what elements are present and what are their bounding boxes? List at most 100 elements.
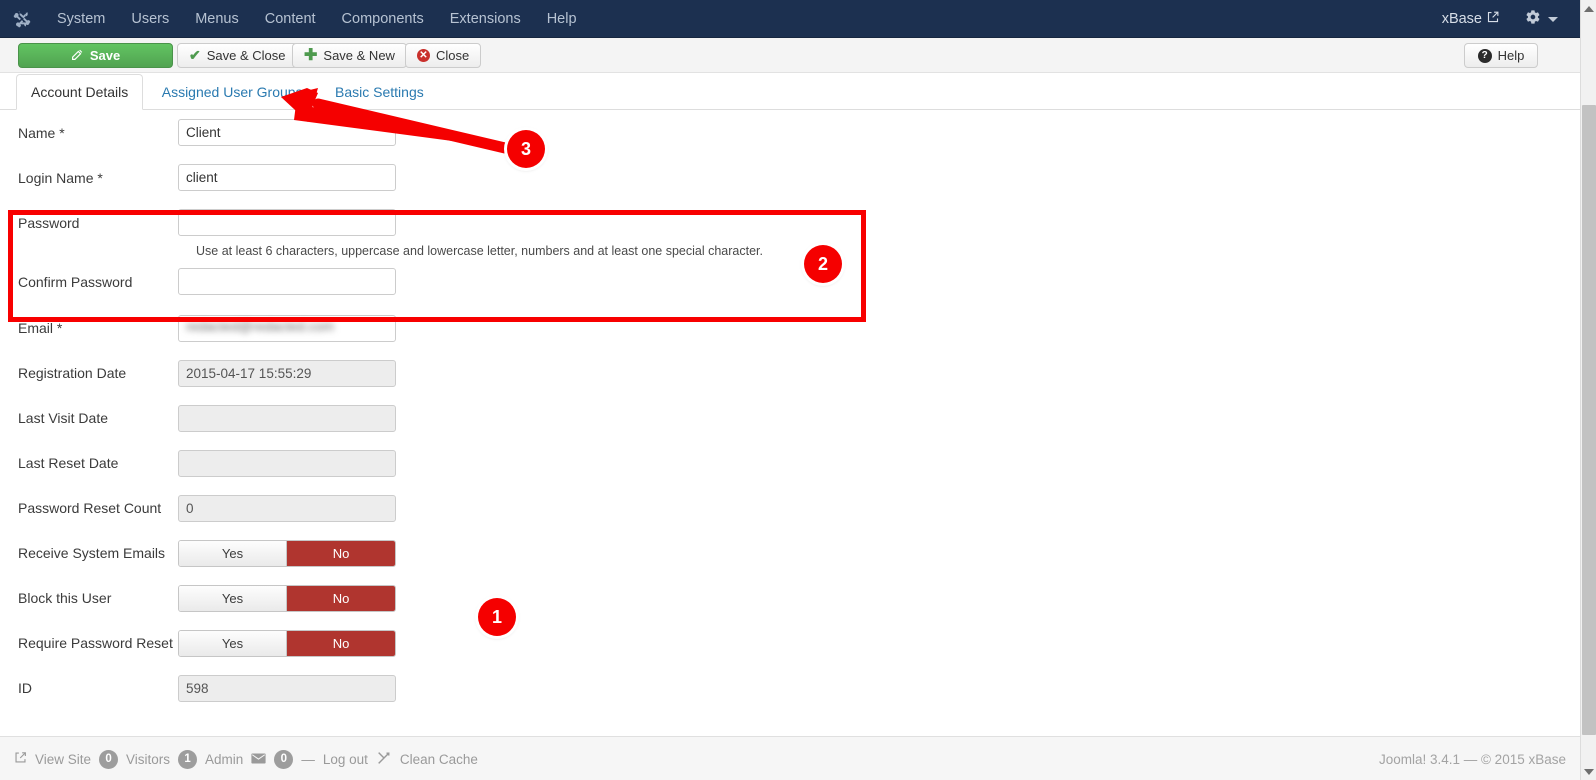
question-circle-icon: ?	[1477, 48, 1492, 63]
gear-icon	[1525, 9, 1541, 30]
registration-date-field-wrap	[178, 359, 396, 387]
scroll-up-button[interactable]	[1581, 0, 1596, 17]
help-button-label: Help	[1497, 48, 1525, 63]
external-link-icon	[1487, 11, 1499, 27]
tab-assigned-user-groups[interactable]: Assigned User Groups	[148, 74, 317, 110]
clean-cache-link[interactable]: Clean Cache	[400, 752, 478, 767]
login-name-field-wrap	[178, 164, 396, 191]
close-button[interactable]: ✕ Close	[405, 43, 482, 68]
chevron-down-icon	[1548, 16, 1558, 22]
field-row-confirm-password: Confirm Password	[0, 258, 1580, 306]
view-site-external-link-icon	[14, 751, 27, 767]
name-label: Name *	[18, 124, 65, 141]
save-and-close-button[interactable]: ✔ Save & Close	[177, 43, 298, 68]
last-reset-date-input	[178, 449, 396, 477]
scroll-down-button[interactable]	[1581, 763, 1596, 780]
require-password-reset-label: Require Password Reset	[18, 635, 173, 651]
envelope-icon[interactable]	[251, 752, 266, 767]
field-row-name: Name *	[0, 110, 1580, 155]
id-input	[178, 674, 396, 702]
site-name-label: xBase	[1441, 11, 1482, 27]
menu-item-users[interactable]: Users	[118, 0, 182, 38]
field-row-login-name: Login Name *	[0, 155, 1580, 200]
receive-system-emails-wrap: Yes No	[178, 539, 396, 567]
block-this-user-toggle[interactable]: Yes No	[178, 584, 396, 612]
page-scrollbar[interactable]	[1580, 0, 1596, 780]
view-site-link[interactable]: View Site	[35, 752, 91, 767]
admin-status-bar: View Site 0 Visitors 1 Admin 0 — Log out…	[0, 736, 1580, 780]
require-password-reset-no[interactable]: No	[287, 630, 395, 656]
last-reset-date-field-wrap	[178, 449, 396, 477]
save-button[interactable]: Save	[18, 43, 173, 68]
receive-system-emails-toggle[interactable]: Yes No	[178, 539, 396, 567]
confirm-password-field-wrap	[178, 268, 396, 295]
last-visit-date-field-wrap	[178, 404, 396, 432]
login-name-label: Login Name *	[18, 169, 103, 186]
password-hint-text: Use at least 6 characters, uppercase and…	[196, 244, 763, 258]
field-row-receive-system-emails: Receive System Emails Yes No	[0, 531, 1580, 576]
block-this-user-no[interactable]: No	[287, 585, 395, 611]
password-input[interactable]	[178, 209, 396, 236]
password-reset-count-input	[178, 494, 396, 522]
confirm-password-input[interactable]	[178, 268, 396, 295]
field-row-password: Password	[0, 200, 1580, 245]
close-button-label: Close	[436, 48, 470, 63]
save-and-new-button[interactable]: ✚ Save & New	[292, 43, 407, 68]
chevron-up-icon	[1584, 5, 1594, 12]
password-reset-count-field-wrap	[178, 494, 396, 522]
annotation-badge-1: 1	[478, 598, 516, 636]
copyright-text: Joomla! 3.4.1 — © 2015 xBase	[1378, 751, 1566, 767]
menu-item-menus[interactable]: Menus	[182, 0, 252, 38]
menu-item-components[interactable]: Components	[329, 0, 437, 38]
save-button-label: Save	[89, 48, 121, 63]
id-label: ID	[18, 680, 32, 696]
status-bar-left: View Site 0 Visitors 1 Admin 0 — Log out…	[14, 737, 478, 780]
id-field-wrap	[178, 674, 396, 702]
editor-toolbar: Save ✔ Save & Close ✚ Save & New ✕ Close…	[0, 38, 1580, 73]
tab-account-details[interactable]: Account Details	[16, 74, 144, 110]
menu-item-content[interactable]: Content	[252, 0, 329, 38]
field-row-email: Email * redacted@redacted.com	[0, 306, 1580, 351]
save-and-close-label: Save & Close	[206, 48, 286, 63]
tab-basic-settings[interactable]: Basic Settings	[321, 74, 438, 110]
scrollbar-thumb[interactable]	[1582, 105, 1596, 735]
joomla-logo-icon[interactable]	[0, 0, 44, 38]
login-name-input[interactable]	[178, 164, 396, 191]
close-x-circle-icon: ✕	[417, 49, 430, 62]
menu-item-extensions[interactable]: Extensions	[437, 0, 534, 38]
email-redacted-value: redacted@redacted.com	[186, 318, 335, 334]
block-this-user-yes[interactable]: Yes	[179, 585, 287, 611]
menu-item-system[interactable]: System	[44, 0, 118, 38]
name-input[interactable]	[178, 119, 396, 146]
receive-system-emails-label: Receive System Emails	[18, 545, 166, 561]
help-button[interactable]: ? Help	[1464, 43, 1538, 68]
admin-label: Admin	[205, 751, 244, 767]
password-reset-count-label: Password Reset Count	[18, 500, 162, 516]
registration-date-label: Registration Date	[18, 365, 127, 381]
account-details-form: Name * Login Name * Password Use at leas…	[0, 110, 1580, 711]
menu-item-help[interactable]: Help	[534, 0, 590, 38]
field-row-password-reset-count: Password Reset Count	[0, 486, 1580, 531]
settings-menu-toggle[interactable]	[1509, 9, 1570, 30]
last-visit-date-input	[178, 404, 396, 432]
email-field-wrap: redacted@redacted.com	[178, 314, 396, 342]
save-and-new-label: Save & New	[323, 48, 395, 63]
admin-top-navbar: System Users Menus Content Components Ex…	[0, 0, 1580, 38]
block-this-user-label: Block this User	[18, 590, 112, 606]
annotation-badge-3: 3	[507, 130, 545, 168]
check-icon: ✔	[189, 47, 201, 63]
field-row-last-visit-date: Last Visit Date	[0, 396, 1580, 441]
receive-system-emails-yes[interactable]: Yes	[179, 540, 287, 566]
tab-bar: Account Details Assigned User Groups Bas…	[0, 73, 1580, 110]
require-password-reset-wrap: Yes No	[178, 629, 396, 657]
site-name-link[interactable]: xBase	[1432, 11, 1509, 27]
receive-system-emails-no[interactable]: No	[287, 540, 395, 566]
log-out-link[interactable]: Log out	[323, 752, 368, 767]
require-password-reset-yes[interactable]: Yes	[179, 630, 287, 656]
require-password-reset-toggle[interactable]: Yes No	[178, 629, 396, 657]
confirm-password-label: Confirm Password	[18, 273, 133, 290]
topbar-right-group: xBase	[1432, 0, 1580, 38]
admin-count-badge: 1	[178, 749, 198, 769]
chevron-down-icon	[1584, 768, 1594, 775]
broom-icon	[376, 750, 392, 769]
